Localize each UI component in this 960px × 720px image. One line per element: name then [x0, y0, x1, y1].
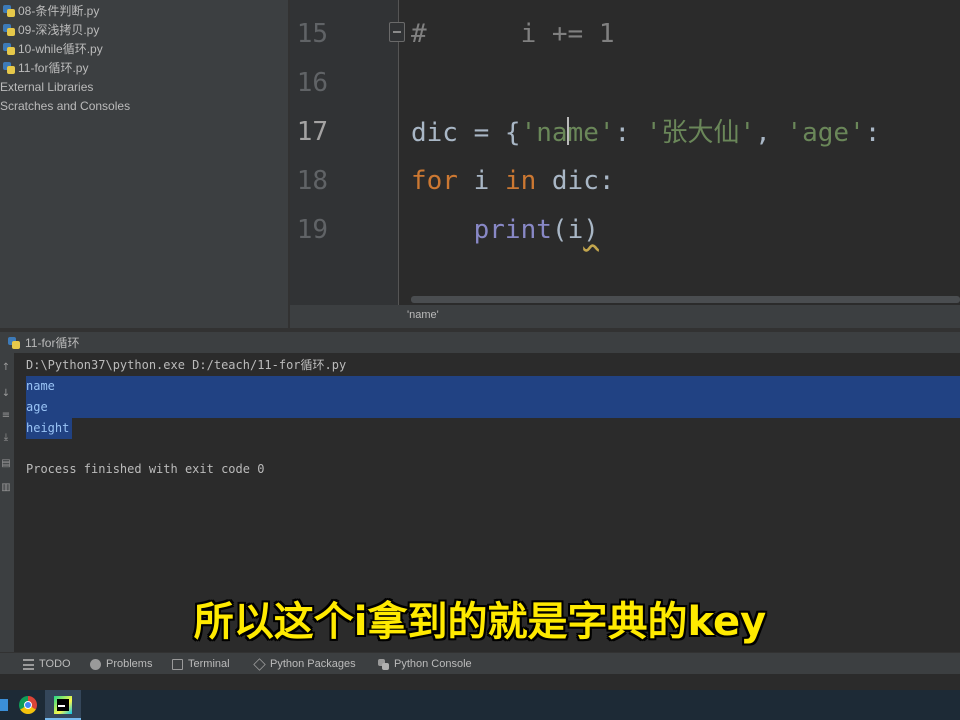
- taskbar-app-active[interactable]: [45, 690, 81, 720]
- scroll-to-end-icon[interactable]: ⤓: [1, 433, 11, 443]
- tab-label: Problems: [106, 658, 153, 670]
- console-line-command: D:\Python37\python.exe D:/teach/11-for循环…: [26, 358, 347, 372]
- tree-item-file[interactable]: 08-条件判断.py: [0, 1, 99, 20]
- editor-horizontal-scrollbar[interactable]: [411, 296, 960, 303]
- code-token-arg: i: [567, 215, 584, 245]
- tree-item-scratches[interactable]: Scratches and Consoles: [0, 96, 130, 115]
- line-number-gutter: 15 16 17 18 19: [290, 0, 398, 305]
- tree-item-external-libraries[interactable]: External Libraries: [0, 77, 93, 96]
- code-keyword: for: [411, 166, 458, 196]
- chrome-icon[interactable]: [19, 696, 37, 714]
- python-file-icon: [3, 42, 15, 55]
- tree-item-file[interactable]: 11-for循环.py: [0, 58, 88, 77]
- tree-item-label: 11-for循环.py: [18, 61, 89, 75]
- code-keyword: in: [504, 166, 537, 196]
- project-tree-panel: 08-条件判断.py 09-深浅拷贝.py 10-while循环.py 11-f…: [0, 0, 288, 328]
- tree-item-label: 10-while循环.py: [18, 42, 103, 56]
- code-token-quote: ': [598, 118, 615, 148]
- selection-highlight: [26, 397, 960, 418]
- os-taskbar: [0, 690, 960, 720]
- code-token-string: '张大仙': [645, 118, 756, 148]
- code-token-string-part: na: [536, 118, 568, 148]
- console-line-output: height: [26, 421, 70, 435]
- python-file-icon: [3, 4, 15, 17]
- tab-python-console[interactable]: Python Console: [378, 656, 472, 672]
- comment-hash: #: [411, 19, 427, 49]
- python-file-icon: [3, 61, 15, 74]
- code-builtin: print: [473, 215, 552, 245]
- python-console-icon: [378, 658, 389, 670]
- code-token-paren: (: [551, 215, 568, 245]
- tree-item-label: External Libraries: [0, 79, 94, 94]
- code-token-quote: ': [520, 118, 537, 148]
- tab-label: Python Console: [394, 658, 472, 670]
- python-file-icon: [3, 23, 15, 36]
- selection-highlight: [26, 376, 960, 397]
- tab-terminal[interactable]: Terminal: [172, 656, 230, 672]
- console-line-output: age: [26, 400, 48, 414]
- code-line-15[interactable]: # i += 1: [411, 19, 615, 49]
- line-number: 19: [296, 215, 328, 245]
- code-token-string: 'age': [786, 118, 865, 148]
- tree-item-label: 08-条件判断.py: [18, 4, 100, 18]
- video-subtitle: 所以这个i拿到的就是字典的key: [193, 599, 767, 645]
- line-number: 15: [296, 19, 328, 49]
- tab-label: Terminal: [188, 658, 230, 670]
- code-line-19[interactable]: print(i): [411, 215, 599, 245]
- code-line-18[interactable]: for i in dic:: [411, 166, 615, 196]
- tree-item-label: Scratches and Consoles: [0, 98, 131, 113]
- tree-item-label: 09-深浅拷贝.py: [18, 23, 100, 37]
- console-line-exit: Process finished with exit code 0: [26, 462, 265, 476]
- python-run-icon: [8, 336, 20, 349]
- comment-text: i += 1: [426, 19, 615, 49]
- breadcrumb[interactable]: 'name': [407, 309, 439, 321]
- code-line-17[interactable]: dic = {'name': '张大仙', 'age':: [411, 117, 880, 148]
- editor-breadcrumb-bar: 'name': [290, 305, 960, 328]
- tab-python-packages[interactable]: Python Packages: [253, 656, 356, 672]
- rerun-icon[interactable]: ↑: [1, 363, 11, 373]
- code-token-op: = {: [457, 118, 521, 148]
- code-token-colon: :: [614, 118, 646, 148]
- packages-icon: [253, 657, 266, 671]
- line-number: 16: [296, 68, 328, 98]
- run-tab[interactable]: 11-for循环: [8, 334, 79, 351]
- tree-item-file[interactable]: 10-while循环.py: [0, 39, 103, 58]
- code-editor[interactable]: 15 16 17 18 19 # i += 1 dic = {'name': '…: [290, 0, 960, 305]
- line-number-current: 17: [296, 117, 328, 147]
- tab-problems[interactable]: Problems: [90, 656, 152, 672]
- console-line-output: name: [26, 379, 55, 393]
- run-tab-label: 11-for循环: [25, 336, 80, 350]
- run-tool-window-header: 11-for循环: [0, 332, 960, 353]
- scroll-down-icon[interactable]: ↓: [1, 389, 11, 399]
- trash-icon[interactable]: ▥: [1, 483, 11, 493]
- tab-todo[interactable]: TODO: [23, 656, 71, 672]
- code-token-var: i: [457, 166, 505, 196]
- code-token-comma: ,: [755, 118, 787, 148]
- line-number: 18: [296, 166, 328, 196]
- status-bar: [0, 674, 960, 690]
- tool-window-bar: TODO Problems Terminal Python Packages P…: [0, 652, 960, 674]
- tab-label: TODO: [39, 658, 71, 670]
- tree-item-file[interactable]: 09-深浅拷贝.py: [0, 20, 99, 39]
- print-icon[interactable]: ▤: [1, 459, 11, 469]
- code-token-rest: dic:: [536, 166, 615, 196]
- terminal-icon: [172, 658, 183, 670]
- pycharm-icon: [54, 696, 72, 714]
- soft-wrap-icon[interactable]: ≡: [1, 411, 11, 421]
- code-token-paren-warning: ): [583, 215, 599, 245]
- code-token-string-part: me: [567, 118, 599, 148]
- code-token-var: dic: [411, 118, 458, 148]
- code-token-colon: :: [864, 118, 881, 148]
- windows-start-icon[interactable]: [0, 690, 12, 720]
- tab-label: Python Packages: [270, 658, 356, 670]
- fold-collapse-icon[interactable]: [389, 22, 405, 42]
- problems-icon: [90, 658, 101, 670]
- gutter-divider: [398, 0, 399, 305]
- todo-icon: [23, 658, 34, 670]
